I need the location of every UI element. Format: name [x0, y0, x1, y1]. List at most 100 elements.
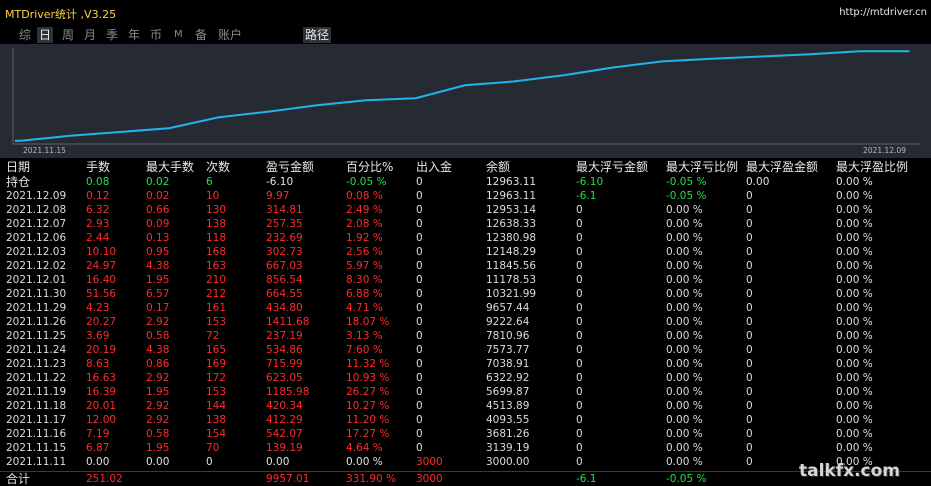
tab-7[interactable]: M [172, 27, 185, 43]
equity-point [760, 55, 762, 58]
cell: 10.93 % [346, 372, 390, 384]
cell: 138 [206, 218, 227, 230]
cell: 0.00 % [836, 288, 873, 300]
cell: 0.00 [86, 456, 110, 468]
cell: 154 [206, 428, 227, 440]
cell: 0.00 % [666, 330, 703, 342]
table-row: 2021.11.26 20.27 2.92 153 1411.68 18.07 % 0 922… [0, 315, 931, 329]
cell: 0 [416, 414, 423, 426]
cell: 0.00 % [836, 372, 873, 384]
cell: 0.00 % [666, 456, 703, 468]
cell: -0.05 % [666, 473, 707, 485]
cell: 1.95 [146, 274, 170, 286]
cell: 0 [746, 288, 753, 300]
cell: 百分比% [346, 160, 394, 174]
cell: 0 [746, 344, 753, 356]
cell: 0 [416, 218, 423, 230]
cell: 2021.12.07 [6, 218, 67, 230]
cell: 161 [206, 302, 227, 314]
cell: 4.71 % [346, 302, 383, 314]
cell: 17.27 % [346, 428, 390, 440]
equity-point [316, 104, 318, 107]
cell: 12380.98 [486, 232, 537, 244]
cell: 2021.12.06 [6, 232, 67, 244]
equity-curve-chart: 2021.11.15 2021.12.09 [0, 44, 931, 158]
cell: 0.00 % [836, 428, 873, 440]
title-bar: MTDriver统计 ,V3.25 http://mtdriver.cn [0, 0, 931, 24]
cell: 2021.11.17 [6, 414, 67, 426]
cell: 0 [576, 344, 583, 356]
cell: 0 [746, 442, 753, 454]
cell: 0 [746, 260, 753, 272]
cell: 0.00 % [836, 414, 873, 426]
tab-0[interactable]: 综 [17, 27, 33, 43]
period-tab-bar: 综日周月季年币 M 备账户 路径 [0, 24, 931, 44]
cell: 0.00 [746, 176, 770, 188]
cell: 0.00 % [836, 204, 873, 216]
x-end-label: 2021.12.09 [863, 146, 906, 155]
cell: 10.10 [86, 246, 117, 258]
cell: 0 [576, 302, 583, 314]
table-row: 2021.12.08 6.32 0.66 130 314.81 2.49 % 0 12953.… [0, 203, 931, 217]
cell: 0.00 % [666, 316, 703, 328]
cell: 0 [576, 316, 583, 328]
cell: 0 [416, 288, 423, 300]
cell: 0.00 % [836, 260, 873, 272]
cell: 0 [576, 358, 583, 370]
cell: 0.00 % [346, 456, 383, 468]
tab-1[interactable]: 日 [37, 27, 54, 43]
cell: 最大浮盈比例 [836, 160, 909, 174]
cell: 715.99 [266, 358, 303, 370]
equity-point [809, 53, 812, 56]
cell: 2021.11.18 [6, 400, 67, 412]
cell: 3.69 [86, 330, 110, 342]
cell: 0.00 % [666, 358, 703, 370]
cell: 0 [416, 204, 423, 216]
cell: 3139.19 [486, 442, 530, 454]
cell: 168 [206, 246, 227, 258]
cell: 0 [576, 428, 583, 440]
cell: 9957.01 [266, 473, 310, 485]
cell: 12953.14 [486, 204, 537, 216]
equity-point [612, 66, 614, 69]
cell: 最大手数 [146, 160, 195, 174]
cell: 0 [746, 358, 753, 370]
cell: 0.00 % [836, 246, 873, 258]
cell: 0.00 % [666, 218, 703, 230]
tab-5[interactable]: 年 [126, 27, 142, 43]
tab-3[interactable]: 月 [82, 27, 98, 43]
tab-6[interactable]: 币 [148, 27, 164, 43]
cell: 0.02 [146, 176, 170, 188]
tab-8[interactable]: 备 [193, 27, 209, 43]
equity-point [661, 60, 664, 63]
cell: 0.00 % [836, 302, 873, 314]
tab-2[interactable]: 周 [60, 27, 76, 43]
cell: 0 [576, 330, 583, 342]
equity-point [710, 57, 713, 60]
cell: 2021.12.03 [6, 246, 67, 258]
cell: 0.00 % [666, 372, 703, 384]
cell: 3000 [416, 473, 443, 485]
site-link[interactable]: http://mtdriver.cn [839, 7, 927, 18]
table-row: 2021.11.25 3.69 0.58 72 237.19 3.13 % 0 7810.96… [0, 329, 931, 343]
cell: 232.69 [266, 232, 303, 244]
cell: 3000 [416, 456, 443, 468]
cell: 8.30 % [346, 274, 383, 286]
cell: 542.07 [266, 428, 303, 440]
equity-point [908, 50, 910, 53]
cell: 18.07 % [346, 316, 390, 328]
tab-10[interactable]: 路径 [303, 27, 332, 43]
cell: 2.92 [146, 414, 170, 426]
cell: 314.81 [266, 204, 303, 216]
table-row: 2021.11.15 6.87 1.95 70 139.19 4.64 % 0 3139.19… [0, 441, 931, 455]
tab-4[interactable]: 季 [104, 27, 120, 43]
cell: 2.92 [146, 400, 170, 412]
cell: 10.27 % [346, 400, 390, 412]
cell: 0 [746, 414, 753, 426]
tab-9[interactable]: 账户 [216, 27, 244, 43]
table-row: 2021.11.18 20.01 2.92 144 420.34 10.27 % 0 4513… [0, 399, 931, 413]
cell: 24.97 [86, 260, 117, 272]
cell: 0.00 % [666, 232, 703, 244]
cell: 2021.11.23 [6, 358, 67, 370]
cell: -6.1 [576, 190, 597, 202]
